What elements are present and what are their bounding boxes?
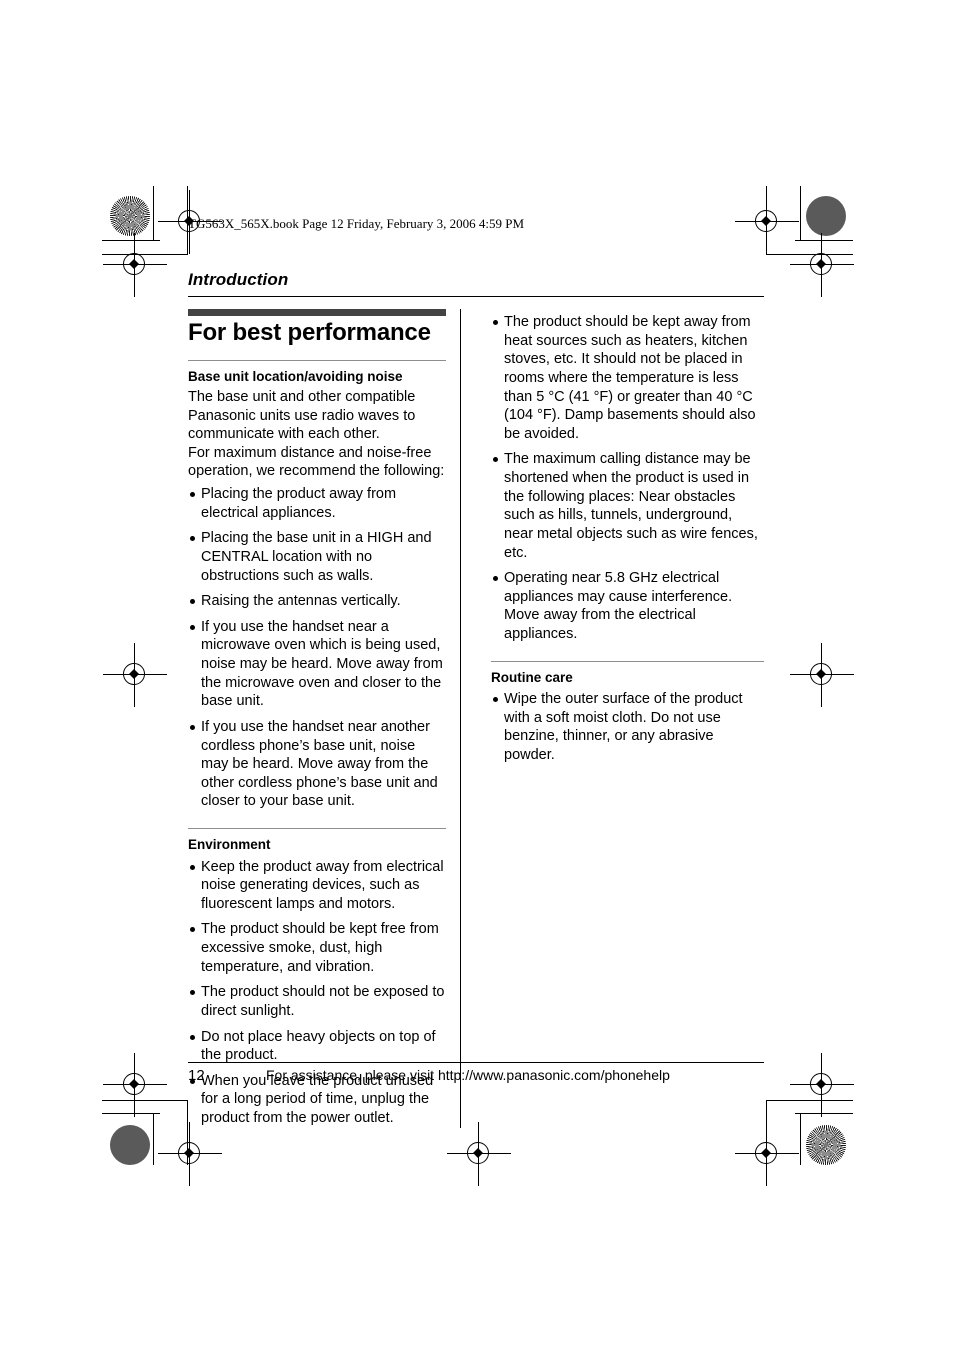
intro-paragraph-line-3: communicate with each other. [188, 426, 380, 443]
registration-target-bottom-right [735, 1122, 799, 1186]
registration-target-right-middle [790, 643, 854, 707]
page-body: Introduction For best performance Base u… [188, 270, 764, 1128]
right-column: The product should be kept away from hea… [461, 309, 764, 1128]
list-item: Wipe the outer surface of the product wi… [491, 690, 764, 765]
list-item: If you use the handset near a microwave … [188, 618, 446, 711]
footer-rule [188, 1062, 764, 1063]
list-item: Keep the product away from electrical no… [188, 858, 446, 914]
registration-target-top-right [735, 190, 799, 254]
trim-line-bottom-right-h2 [766, 1100, 853, 1101]
intro-paragraph-line-5: operation, we recommend the following: [188, 463, 445, 480]
environment-bullet-list: Keep the product away from electrical no… [188, 858, 446, 1128]
list-item: The product should not be exposed to dir… [188, 983, 446, 1020]
list-item: The product should be kept free from exc… [188, 920, 446, 976]
list-item: If you use the handset near another cord… [188, 718, 446, 811]
registration-target-right-upper [790, 233, 854, 297]
registration-target-left-upper [103, 233, 167, 297]
intro-paragraph-line-4: For maximum distance and noise-free [188, 444, 432, 461]
title-bar [188, 309, 446, 316]
running-head: Introduction [188, 270, 289, 289]
trim-line-top-right-v [800, 186, 801, 241]
trim-line-bottom-right-h [795, 1113, 853, 1114]
trim-line-bottom-right-v2 [766, 1100, 767, 1165]
routine-care-bullet-list: Wipe the outer surface of the product wi… [491, 690, 764, 765]
subheading-base-unit-location: Base unit location/avoiding noise [188, 369, 403, 385]
trim-line-bottom-left-v [153, 1113, 154, 1165]
intro-paragraph-line-2: Panasonic units use radio waves to [188, 407, 416, 424]
book-file-header: TG563X_565X.book Page 12 Friday, Februar… [188, 216, 525, 231]
trim-line-bottom-right-v [800, 1113, 801, 1165]
subsection-rule-base-unit [188, 360, 446, 362]
trim-line-top-right-v2 [766, 186, 767, 255]
subsection-rule-environment [188, 828, 446, 830]
subsection-rule-routine-care [491, 660, 764, 662]
base-unit-bullet-list-continued: The product should be kept away from hea… [491, 313, 764, 644]
list-item: Placing the base unit in a HIGH and CENT… [188, 529, 446, 585]
trim-line-bottom-left-h2 [102, 1100, 188, 1101]
list-item: Operating near 5.8 GHz electrical applia… [491, 569, 764, 644]
list-item: The product should be kept away from hea… [491, 313, 764, 443]
running-head-rule [188, 296, 764, 297]
trim-line-bottom-left-h [102, 1113, 160, 1114]
trim-line-top-left-h [102, 240, 160, 241]
page-number: 12 [188, 1067, 205, 1084]
list-item: Do not place heavy objects on top of the… [188, 1028, 446, 1065]
registration-target-bottom-center [447, 1122, 511, 1186]
subheading-environment: Environment [188, 837, 271, 853]
density-circle-bottom-left [110, 1125, 150, 1165]
list-item: Placing the product away from electrical… [188, 485, 446, 522]
trim-line-top-left-v [153, 186, 154, 241]
registration-target-left-middle [103, 643, 167, 707]
two-column-layout: For best performance Base unit location/… [188, 309, 764, 1128]
trim-line-top-right-h [795, 240, 853, 241]
rosette-target-top-left [110, 196, 150, 236]
list-item: The maximum calling distance may be shor… [491, 450, 764, 562]
subheading-routine-care: Routine care [491, 669, 573, 685]
page-footer: 12 For assistance, please visit http://w… [188, 1062, 764, 1084]
page-title: For best performance [188, 319, 431, 346]
rosette-target-bottom-right [806, 1125, 846, 1165]
footer-assistance-text: For assistance, please visit http://www.… [266, 1067, 670, 1083]
registration-target-left-lower [103, 1053, 167, 1117]
registration-target-bottom-left [158, 1122, 222, 1186]
trim-line-top-left-h2 [102, 254, 188, 255]
registration-target-right-lower [790, 1053, 854, 1117]
base-unit-bullet-list: Placing the product away from electrical… [188, 485, 446, 811]
trim-line-top-right-h2 [766, 254, 853, 255]
intro-paragraph-line-1: The base unit and other compatible [188, 388, 416, 405]
left-column: For best performance Base unit location/… [188, 309, 460, 1128]
density-circle-top-right [806, 196, 846, 236]
list-item: Raising the antennas vertically. [188, 592, 446, 611]
